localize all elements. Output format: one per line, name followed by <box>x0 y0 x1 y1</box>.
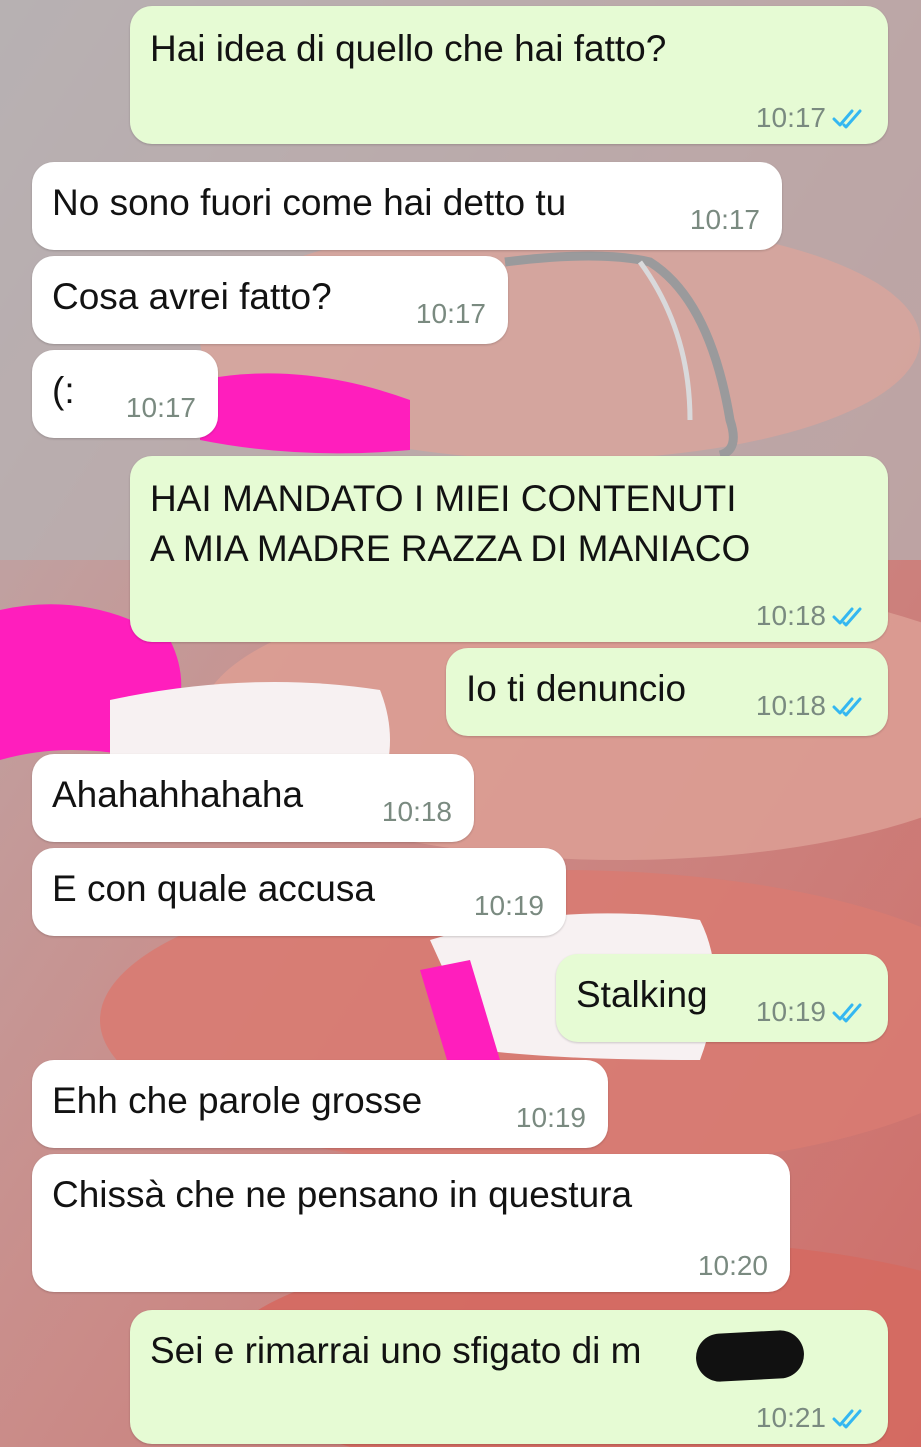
message-time: 10:17 <box>755 102 826 133</box>
message-incoming[interactable]: Ahahahhahaha 10:18 <box>32 754 474 842</box>
chat-thread: Hai idea di quello che hai fatto? 10:17 … <box>0 0 921 1447</box>
message-outgoing[interactable]: Stalking 10:19 <box>556 954 888 1042</box>
message-text: Io ti denuncio <box>466 668 687 709</box>
message-incoming[interactable]: Ehh che parole grosse 10:19 <box>32 1060 608 1148</box>
message-text: No sono fuori come hai detto tu <box>52 182 567 223</box>
message-time: 10:20 <box>697 1250 768 1281</box>
message-time: 10:18 <box>381 796 452 827</box>
message-text: Ahahahhahaha <box>52 774 304 815</box>
message-incoming[interactable]: No sono fuori come hai detto tu 10:17 <box>32 162 782 250</box>
message-text: Ehh che parole grosse <box>52 1080 423 1121</box>
double-check-icon <box>832 109 862 129</box>
message-time: 10:17 <box>415 298 486 329</box>
double-check-icon <box>832 1003 862 1023</box>
message-text: Chissà che ne pensano in questura <box>52 1174 633 1215</box>
message-text: HAI MANDATO I MIEI CONTENUTI A MIA MADRE… <box>150 478 751 569</box>
message-text: (: <box>52 370 75 411</box>
double-check-icon <box>832 697 862 717</box>
message-time: 10:17 <box>689 204 760 235</box>
double-check-icon <box>832 607 862 627</box>
message-text: Cosa avrei fatto? <box>52 276 332 317</box>
message-time: 10:19 <box>755 996 826 1027</box>
message-incoming[interactable]: Chissà che ne pensano in questura 10:20 <box>32 1154 790 1292</box>
message-outgoing[interactable]: Io ti denuncio 10:18 <box>446 648 888 736</box>
message-text: Hai idea di quello che hai fatto? <box>150 28 667 69</box>
message-outgoing[interactable]: HAI MANDATO I MIEI CONTENUTI A MIA MADRE… <box>130 456 888 642</box>
message-text: Sei e rimarrai uno sfigato di m <box>150 1330 642 1371</box>
message-incoming[interactable]: Cosa avrei fatto? 10:17 <box>32 256 508 344</box>
message-time: 10:17 <box>125 392 196 423</box>
double-check-icon <box>832 1409 862 1429</box>
message-time: 10:18 <box>755 600 826 631</box>
message-outgoing[interactable]: Hai idea di quello che hai fatto? 10:17 <box>130 6 888 144</box>
message-time: 10:18 <box>755 690 826 721</box>
message-text: E con quale accusa <box>52 868 375 909</box>
message-incoming[interactable]: (: 10:17 <box>32 350 218 438</box>
redaction-mark <box>694 1329 806 1383</box>
message-time: 10:21 <box>755 1402 826 1433</box>
message-text: Stalking <box>576 974 708 1015</box>
message-time: 10:19 <box>515 1102 586 1133</box>
message-time: 10:19 <box>473 890 544 921</box>
message-incoming[interactable]: E con quale accusa 10:19 <box>32 848 566 936</box>
